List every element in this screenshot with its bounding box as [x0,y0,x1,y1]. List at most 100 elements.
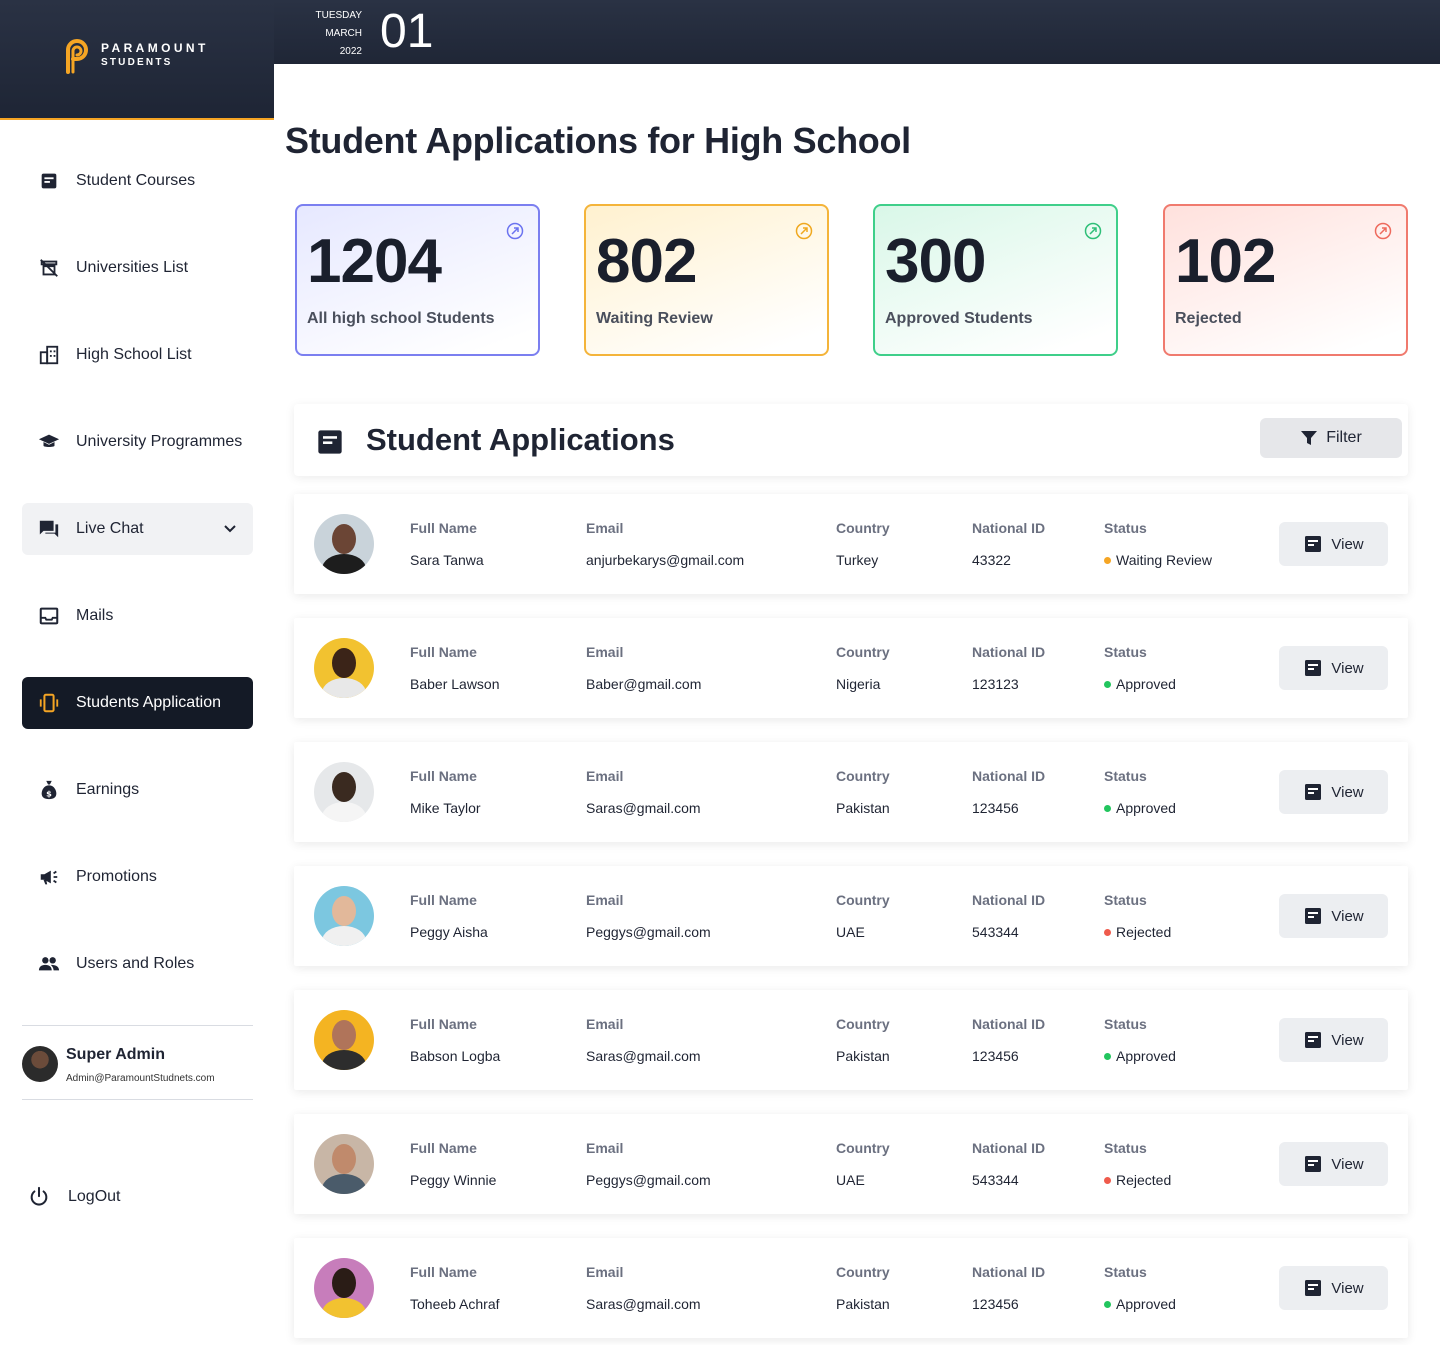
notes-icon [1305,536,1322,552]
country-column: Country Pakistan [836,768,890,816]
country-column: Country Pakistan [836,1264,890,1312]
avatar [314,762,374,822]
application-row: Full Name Baber Lawson Email Baber@gmail… [294,618,1408,718]
stat-label: Rejected [1175,310,1242,327]
status: Waiting Review [1104,552,1212,568]
status-dot [1104,928,1111,936]
sidebar-item-earnings[interactable]: $ Earnings [22,764,253,816]
status-dot [1104,680,1111,688]
national-id-column: National ID 123456 [972,1264,1045,1312]
country-header: Country [836,644,890,660]
email-column: Email Baber@gmail.com [586,644,701,692]
national-id-header: National ID [972,1140,1046,1156]
view-label: View [1331,1279,1364,1297]
user-name: Super Admin [66,1046,165,1063]
email-header: Email [586,1264,624,1280]
stat-card-rejected[interactable]: 102 Rejected [1163,204,1408,356]
open-link-icon[interactable] [1084,222,1102,240]
status-column: Status Approved [1104,644,1176,692]
email-header: Email [586,520,624,536]
building-icon [22,344,76,366]
view-button[interactable]: View [1279,1018,1388,1062]
country: Pakistan [836,1048,890,1064]
view-button[interactable]: View [1279,646,1388,690]
sidebar-item-users-and-roles[interactable]: Users and Roles [22,938,253,990]
email: Saras@gmail.com [586,800,701,816]
name-column: Full Name Peggy Aisha [410,892,488,940]
email-column: Email anjurbekarys@gmail.com [586,520,744,568]
avatar-head [332,524,356,554]
status-column: Status Approved [1104,1016,1176,1064]
view-button[interactable]: View [1279,1266,1388,1310]
stat-label: Waiting Review [596,310,713,327]
avatar-body [322,554,366,574]
sidebar-item-high-school-list[interactable]: High School List [22,329,253,381]
country-column: Country Pakistan [836,1016,890,1064]
notes-icon [1305,784,1322,800]
sidebar-item-promotions[interactable]: Promotions [22,851,253,903]
view-label: View [1331,659,1364,677]
sidebar-item-university-programmes[interactable]: University Programmes [22,416,253,468]
filter-button[interactable]: Filter [1260,418,1402,458]
country: Nigeria [836,676,881,692]
stat-card-all[interactable]: 1204 All high school Students [295,204,540,356]
sidebar-item-student-courses[interactable]: Student Courses [22,155,253,207]
sidebar-item-label: Earnings [76,781,140,798]
sidebar-item-mails[interactable]: Mails [22,590,253,642]
country: Pakistan [836,800,890,816]
status-column: Status Rejected [1104,892,1171,940]
view-label: View [1331,1155,1364,1173]
status-text: Rejected [1116,1172,1172,1188]
section-title: Student Applications [366,422,675,457]
country-header: Country [836,1264,890,1280]
brand-name-line1: PARAMOUNT [101,41,209,55]
avatar-head [332,1020,356,1050]
logout-button[interactable]: LogOut [28,1186,120,1208]
application-row: Full Name Toheeb Achraf Email Saras@gmai… [294,1238,1408,1338]
country: UAE [836,924,865,940]
application-row: Full Name Babson Logba Email Saras@gmail… [294,990,1408,1090]
view-button[interactable]: View [1279,522,1388,566]
status-dot [1104,1300,1111,1308]
notes-icon [1305,908,1322,924]
name-column: Full Name Babson Logba [410,1016,500,1064]
national-id-header: National ID [972,520,1046,536]
avatar [314,1134,374,1194]
national-id-column: National ID 543344 [972,1140,1045,1188]
status-dot [1104,1052,1111,1060]
stat-value: 802 [596,227,697,296]
open-link-icon[interactable] [795,222,813,240]
view-button[interactable]: View [1279,894,1388,938]
open-link-icon[interactable] [1374,222,1392,240]
top-bar: TUESDAY MARCH 2022 01 [274,0,1440,64]
sidebar-item-label: Users and Roles [76,955,195,972]
application-row: Full Name Peggy Winnie Email Peggys@gmai… [294,1114,1408,1214]
name-header: Full Name [410,1016,477,1032]
view-label: View [1331,1031,1364,1049]
name-column: Full Name Toheeb Achraf [410,1264,500,1312]
stat-card-approved[interactable]: 300 Approved Students [873,204,1118,356]
chevron-down-icon[interactable] [223,522,237,536]
view-label: View [1331,535,1364,553]
status-text: Approved [1116,1048,1176,1064]
brand-name[interactable]: PARAMOUNT STUDENTS [101,41,209,68]
date-month: MARCH [325,28,362,39]
svg-text:$: $ [46,788,52,798]
user-profile[interactable]: Super Admin Admin@ParamountStudnets.com [22,1042,262,1088]
sidebar-item-universities-list[interactable]: Universities List [22,242,253,294]
country-column: Country Nigeria [836,644,890,692]
sidebar-item-live-chat[interactable]: Live Chat [22,503,253,555]
national-id-column: National ID 123456 [972,768,1045,816]
notes-icon [318,430,342,454]
stat-value: 300 [885,227,986,296]
stat-card-waiting[interactable]: 802 Waiting Review [584,204,829,356]
country-header: Country [836,1016,890,1032]
view-button[interactable]: View [1279,1142,1388,1186]
open-link-icon[interactable] [506,222,524,240]
view-button[interactable]: View [1279,770,1388,814]
logout-label: LogOut [68,1188,121,1205]
status-text: Rejected [1116,924,1172,940]
country: Turkey [836,552,879,568]
sidebar-item-students-application[interactable]: Students Application [22,677,253,729]
sidebar-item-label: University Programmes [76,433,243,450]
